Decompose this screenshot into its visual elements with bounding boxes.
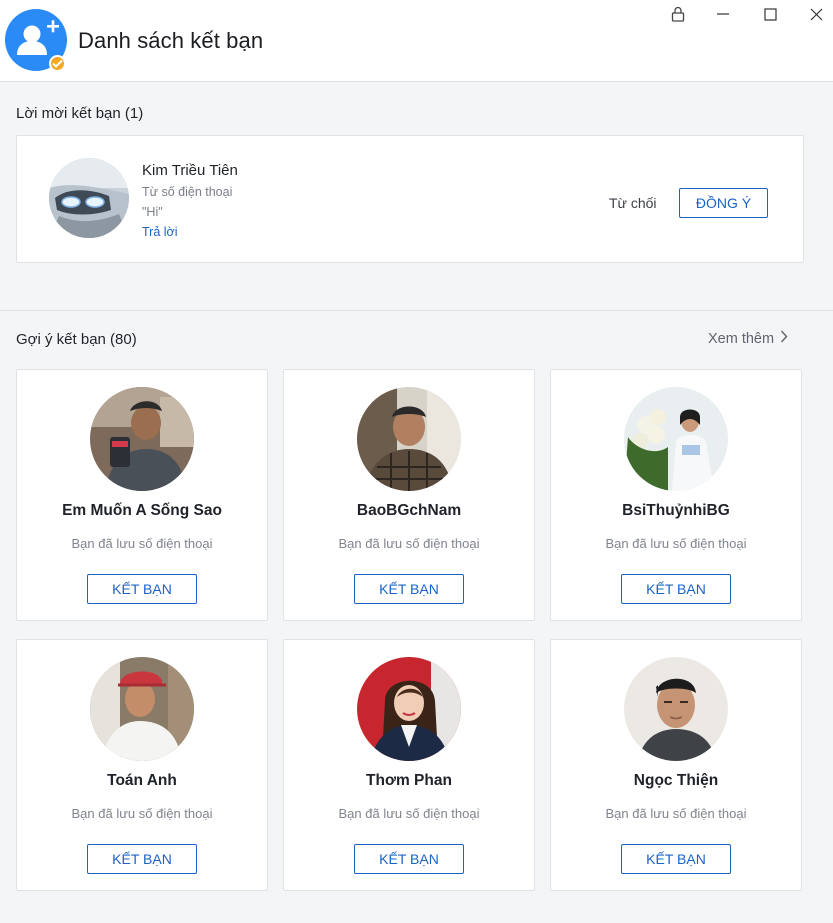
avatar[interactable] <box>357 657 461 761</box>
friend-requests-header: Lời mời kết bạn (1) <box>16 105 144 122</box>
suggestion-card: Thơm Phan Bạn đã lưu số điện thoại KẾT B… <box>283 639 535 891</box>
suggestion-name: Ngọc Thiện <box>633 772 719 789</box>
suggestion-subtitle: Bạn đã lưu số điện thoại <box>338 536 480 551</box>
reject-button[interactable]: Từ chối <box>609 195 657 211</box>
maximize-icon[interactable] <box>759 3 781 25</box>
close-icon[interactable] <box>805 3 827 25</box>
avatar[interactable] <box>49 158 129 238</box>
suggestion-card: Em Muốn A Sống Sao Bạn đã lưu số điện th… <box>16 369 268 621</box>
add-friend-button[interactable]: KẾT BẠN <box>621 844 731 874</box>
avatar[interactable] <box>90 387 194 491</box>
add-friend-button[interactable]: KẾT BẠN <box>87 844 197 874</box>
avatar[interactable] <box>90 657 194 761</box>
suggestion-name: Toán Anh <box>107 772 177 789</box>
suggestion-name: Thơm Phan <box>366 772 452 789</box>
window-title: Danh sách kết bạn <box>78 28 264 53</box>
suggestion-subtitle: Bạn đã lưu số điện thoại <box>71 806 213 821</box>
see-more-label: Xem thêm <box>708 330 775 347</box>
title-bar: Danh sách kết bạn <box>0 0 833 82</box>
requester-name: Kim Triều Tiên <box>142 162 238 179</box>
see-more-link[interactable]: Xem thêm <box>708 330 788 347</box>
chevron-right-icon <box>780 330 788 347</box>
add-friend-button[interactable]: KẾT BẠN <box>621 574 731 604</box>
suggestion-name: BsiThuỷnhiBG <box>622 502 730 519</box>
add-friend-button[interactable]: KẾT BẠN <box>354 574 464 604</box>
suggestion-card: BaoBGchNam Bạn đã lưu số điện thoại KẾT … <box>283 369 535 621</box>
request-message: "Hi" <box>142 205 163 219</box>
suggestion-card: Ngọc Thiện Bạn đã lưu số điện thoại KẾT … <box>550 639 802 891</box>
suggestion-subtitle: Bạn đã lưu số điện thoại <box>71 536 213 551</box>
reply-link[interactable]: Trả lời <box>142 225 178 239</box>
minimize-icon[interactable] <box>712 3 734 25</box>
section-divider <box>0 310 833 311</box>
add-friend-button[interactable]: KẾT BẠN <box>354 844 464 874</box>
accept-button[interactable]: ĐỒNG Ý <box>679 188 768 218</box>
suggestion-subtitle: Bạn đã lưu số điện thoại <box>605 806 747 821</box>
suggestion-card: Toán Anh Bạn đã lưu số điện thoại KẾT BẠ… <box>16 639 268 891</box>
avatar[interactable] <box>357 387 461 491</box>
verified-badge-icon <box>49 55 66 72</box>
avatar[interactable] <box>624 387 728 491</box>
suggestion-name: BaoBGchNam <box>356 502 462 519</box>
lock-icon[interactable] <box>667 3 689 25</box>
request-source: Từ số điện thoại <box>142 185 233 199</box>
suggestion-subtitle: Bạn đã lưu số điện thoại <box>605 536 747 551</box>
suggestion-card: BsiThuỷnhiBG Bạn đã lưu số điện thoại KẾ… <box>550 369 802 621</box>
suggestion-subtitle: Bạn đã lưu số điện thoại <box>338 806 480 821</box>
suggestions-header: Gợi ý kết bạn (80) <box>16 331 137 348</box>
avatar[interactable] <box>624 657 728 761</box>
suggestion-name: Em Muốn A Sống Sao <box>62 502 222 519</box>
add-friend-button[interactable]: KẾT BẠN <box>87 574 197 604</box>
friend-request-card: Kim Triều Tiên Từ số điện thoại "Hi" Trả… <box>16 135 804 263</box>
